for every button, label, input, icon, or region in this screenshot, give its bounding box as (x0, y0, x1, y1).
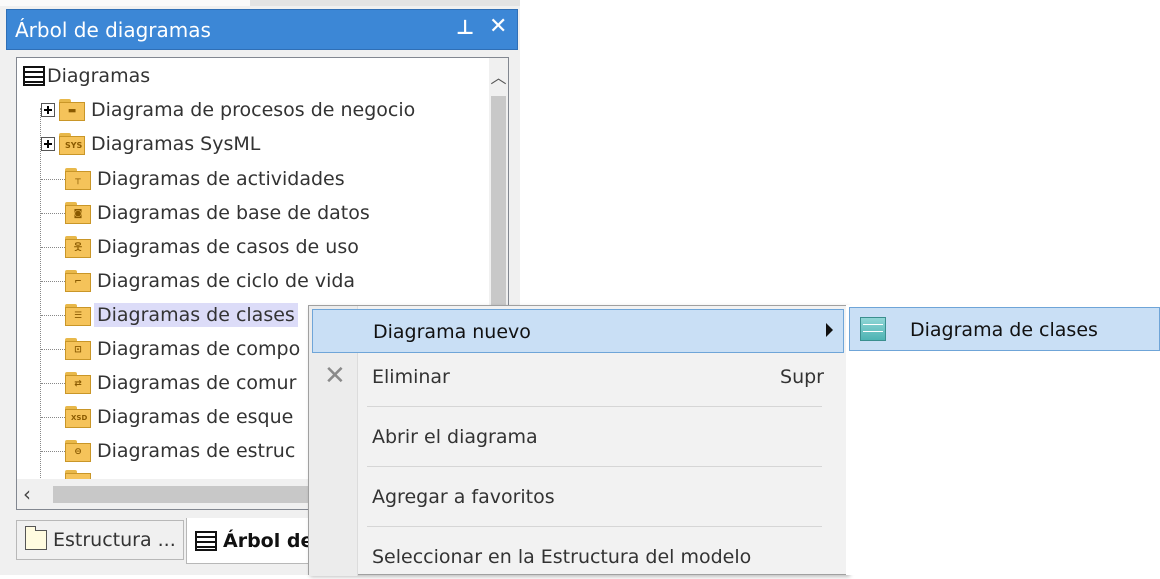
folder-lifecycle-icon: ⌐ (65, 270, 91, 292)
tree-item-class[interactable]: ☰ Diagramas de clases (65, 299, 298, 331)
menu-item-label: Abrir el diagrama (372, 426, 538, 448)
context-menu: Diagrama nuevo ✕ Eliminar Supr Abrir el … (308, 305, 848, 576)
folder-database-icon: ◙ (65, 202, 91, 224)
folder-sysml-icon: SYS (59, 133, 85, 155)
tree-root[interactable]: Diagramas (21, 60, 150, 92)
tree-item-label: Diagramas de ciclo de vida (97, 270, 356, 292)
tree-item-label: Diagramas de esque (97, 406, 294, 428)
tree-connector (41, 179, 65, 180)
tree-item-label: Diagramas de compo (97, 338, 301, 360)
tree-connector (41, 417, 65, 418)
menu-item-delete[interactable]: ✕ Eliminar Supr (312, 355, 844, 399)
scroll-up-arrow-icon[interactable]: ︿ (489, 64, 508, 87)
diagram-list-icon (195, 530, 217, 551)
menu-item-open-diagram[interactable]: Abrir el diagrama (312, 415, 844, 459)
tree-item-database[interactable]: ◙ Diagramas de base de datos (65, 197, 370, 229)
expand-plus-icon[interactable] (41, 103, 55, 117)
tree-item-xsd[interactable]: XSD Diagramas de esque (65, 401, 293, 433)
tree-root-label: Diagramas (47, 65, 151, 87)
tree-item-label: Diagramas de actividades (97, 168, 345, 190)
tab-model-tree[interactable]: Estructura ... (16, 520, 184, 560)
menu-separator (367, 526, 822, 527)
panel-top-strip-right (250, 0, 520, 6)
tab-label: Árbol de (223, 529, 314, 552)
tree-item-label: Diagrama de procesos de negocio (91, 99, 416, 121)
tree-connector (41, 247, 65, 248)
horizontal-scroll-thumb[interactable] (53, 486, 313, 503)
pin-icon[interactable]: ⊥ (456, 15, 474, 39)
folder-structure-icon: ⊖ (65, 440, 91, 462)
menu-item-add-favorites[interactable]: Agregar a favoritos (312, 475, 844, 519)
menu-item-select-in-model-tree[interactable]: Seleccionar en la Estructura del modelo (312, 535, 844, 579)
folder-use-case-icon: 웃 (65, 236, 91, 258)
menu-item-label: Diagrama nuevo (373, 321, 531, 343)
tree-item-label: Diagramas de base de datos (97, 202, 370, 224)
submenu-arrow-icon (826, 323, 833, 337)
tab-label: Estructura ... (53, 529, 176, 551)
tree-item-label: Diagramas de comur (97, 372, 297, 394)
folder-communication-icon: ⇄ (65, 372, 91, 394)
folder-business-process-icon: ▬ (59, 99, 85, 121)
scroll-left-arrow-icon[interactable]: ‹ (23, 482, 31, 506)
tree-connector-line (40, 108, 41, 508)
folder-outline-icon (25, 526, 47, 550)
tree-item-business-process[interactable]: ▬ Diagrama de procesos de negocio (41, 94, 415, 126)
tree-connector (41, 213, 65, 214)
folder-xsd-icon: XSD (65, 406, 91, 428)
menu-item-label: Seleccionar en la Estructura del modelo (372, 546, 752, 568)
menu-separator (367, 466, 822, 467)
menu-item-new-diagram[interactable]: Diagrama nuevo (312, 309, 844, 353)
close-icon[interactable]: ✕ (489, 14, 507, 39)
menu-item-label: Diagrama de clases (910, 319, 1098, 341)
tree-item-use-case[interactable]: 웃 Diagramas de casos de uso (65, 231, 359, 263)
menu-item-label: Agregar a favoritos (372, 486, 555, 508)
tree-item-activity[interactable]: ┬ Diagramas de actividades (65, 163, 345, 195)
tree-item-lifecycle[interactable]: ⌐ Diagramas de ciclo de vida (65, 265, 355, 297)
tree-item-component[interactable]: ⊡ Diagramas de compo (65, 333, 300, 365)
folder-class-icon: ☰ (65, 304, 91, 326)
tree-item-communication[interactable]: ⇄ Diagramas de comur (65, 367, 296, 399)
delete-x-icon: ✕ (324, 361, 346, 391)
submenu: Diagrama de clases (846, 305, 1160, 575)
tree-connector (41, 349, 65, 350)
tree-item-label: Diagramas de estruc (97, 440, 296, 462)
folder-component-icon: ⊡ (65, 338, 91, 360)
tree-item-sysml[interactable]: SYS Diagramas SysML (41, 128, 260, 160)
tree-connector (41, 315, 65, 316)
tree-item-label: Diagramas de casos de uso (97, 236, 359, 258)
menu-separator (367, 406, 822, 407)
menu-item-shortcut: Supr (780, 366, 824, 388)
tree-item-label: Diagramas de clases (94, 303, 298, 327)
panel-titlebar: Árbol de diagramas ⊥ ✕ (6, 9, 518, 50)
menu-item-label: Eliminar (372, 366, 450, 388)
menu-item-class-diagram[interactable]: Diagrama de clases (849, 307, 1160, 351)
class-diagram-icon (860, 317, 886, 341)
tree-connector (41, 281, 65, 282)
diagram-list-icon (23, 66, 45, 86)
tree-item-label: Diagramas SysML (91, 133, 261, 155)
tree-connector (41, 383, 65, 384)
tree-item-structure[interactable]: ⊖ Diagramas de estruc (65, 435, 295, 467)
folder-activity-icon: ┬ (65, 168, 91, 190)
panel-title: Árbol de diagramas (15, 18, 211, 42)
tree-connector (41, 451, 65, 452)
expand-plus-icon[interactable] (41, 137, 55, 151)
